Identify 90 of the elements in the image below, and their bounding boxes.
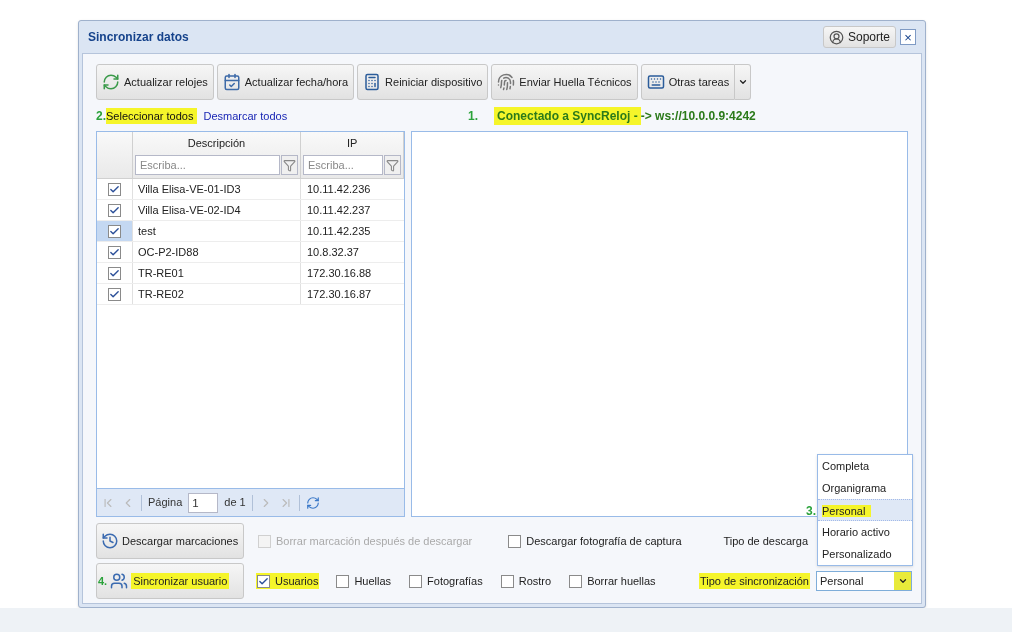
download-button[interactable]: Descargar marcaciones xyxy=(96,523,244,559)
caret-icon[interactable] xyxy=(894,572,911,590)
option-label: Usuarios xyxy=(275,573,319,589)
grid-row[interactable]: TR-RE02 172.30.16.87 xyxy=(97,284,405,305)
calendar-icon xyxy=(222,73,241,91)
download-type-label: Tipo de descarga xyxy=(723,533,808,549)
step-number: 4. xyxy=(98,573,108,589)
table-cell-text: 172.30.16.88 xyxy=(306,266,373,281)
sync-type-label: Tipo de sincronización xyxy=(698,572,810,590)
table-cell: TR-RE01 xyxy=(133,263,301,283)
table-cell-text: 10.11.42.237 xyxy=(306,203,372,218)
checkbox[interactable] xyxy=(569,574,583,588)
option-label: Descargar fotografía de captura xyxy=(526,533,682,549)
checkbox[interactable] xyxy=(257,574,270,588)
checkbox[interactable] xyxy=(108,203,121,217)
step-number: 1. xyxy=(468,108,479,125)
grid-row[interactable]: Villa Elisa-VE-02-ID4 10.11.42.237 xyxy=(97,200,405,221)
page-field[interactable]: 1 xyxy=(188,492,219,513)
filter-icon[interactable] xyxy=(281,155,298,175)
option-label: Rostro xyxy=(518,573,552,589)
filter-field[interactable]: Escriba... xyxy=(303,155,384,175)
table-cell-text: 10.11.42.236 xyxy=(306,182,372,197)
dropdown-option[interactable]: Organigrama xyxy=(818,477,912,499)
toolbar-button[interactable]: Actualizar relojes xyxy=(96,64,214,100)
option-label: Borrar huellas xyxy=(587,573,656,589)
toolbar-button[interactable]: Reiniciar dispositivo xyxy=(357,64,489,100)
table-cell-text: 10.11.42.235 xyxy=(306,224,372,239)
keyboard-icon xyxy=(646,73,665,91)
clock-icon xyxy=(101,532,119,550)
checkbox[interactable] xyxy=(336,574,350,588)
users-icon xyxy=(110,572,129,590)
grid-row[interactable]: test 10.11.42.235 xyxy=(97,221,405,242)
table-cell-text: 172.30.16.87 xyxy=(306,287,373,302)
grid-row[interactable]: Villa Elisa-VE-01-ID3 10.11.42.236 xyxy=(97,179,405,200)
grid-row[interactable]: TR-RE01 172.30.16.88 xyxy=(97,263,405,284)
checkbox[interactable] xyxy=(409,574,423,588)
sync-user-button[interactable]: 4. Sincronizar usuario xyxy=(96,563,244,599)
dropdown-option[interactable]: Completa xyxy=(818,455,912,477)
calculator-icon xyxy=(363,73,382,91)
dropdown-option[interactable]: Personal xyxy=(818,499,912,521)
toolbar-button[interactable]: Enviar Huella Técnicos xyxy=(491,64,638,100)
option-row[interactable]: Huellas xyxy=(335,572,393,590)
table-cell: Villa Elisa-VE-01-ID3 xyxy=(133,179,301,199)
page-count: de 1 xyxy=(224,495,246,511)
option-row[interactable]: Usuarios xyxy=(256,572,320,590)
option-row[interactable]: Borrar huellas xyxy=(568,572,657,590)
checkbox[interactable] xyxy=(500,574,514,588)
refresh-icon xyxy=(102,73,120,91)
checkbox[interactable] xyxy=(108,245,121,259)
close-button[interactable]: × xyxy=(900,29,916,45)
table-cell: test xyxy=(133,221,301,241)
option-label: Fotografías xyxy=(427,573,483,589)
button-label: Sincronizar usuario xyxy=(131,572,230,590)
column-header[interactable]: Descripción xyxy=(187,132,246,155)
fingerprint-icon xyxy=(497,73,516,91)
step-number: 3. xyxy=(806,503,816,520)
option-row[interactable]: Rostro xyxy=(499,572,553,590)
table-cell: TR-RE02 xyxy=(133,284,301,304)
table-cell: Villa Elisa-VE-02-ID4 xyxy=(133,200,301,220)
checkbox[interactable] xyxy=(108,287,121,301)
filter-icon[interactable] xyxy=(384,155,402,175)
window-title: Sincronizar datos xyxy=(88,29,189,46)
grid-row[interactable]: OC-P2-ID88 10.8.32.37 xyxy=(97,242,405,263)
toolbar-button[interactable]: Otras tareas xyxy=(640,64,736,100)
checkbox[interactable] xyxy=(108,266,121,280)
sync-type-select[interactable]: Personal xyxy=(816,571,912,591)
dropdown-option[interactable]: Horario activo xyxy=(818,521,912,543)
checkbox[interactable] xyxy=(108,182,121,196)
page-label: Página xyxy=(148,495,183,511)
column-header[interactable]: IP xyxy=(346,132,358,155)
checkbox[interactable] xyxy=(508,534,522,548)
deselect-all-link[interactable]: Desmarcar todos xyxy=(203,107,288,125)
person-icon xyxy=(828,29,844,45)
row-selector[interactable] xyxy=(97,221,133,241)
dropdown-option[interactable]: Personalizado xyxy=(818,543,912,565)
checkbox[interactable] xyxy=(108,224,121,238)
option-label: Huellas xyxy=(354,573,392,589)
table-cell-text: 10.8.32.37 xyxy=(306,245,360,260)
filter-field[interactable]: Escriba... xyxy=(135,155,280,175)
caret-icon xyxy=(737,77,748,87)
refresh-icon[interactable] xyxy=(305,495,320,510)
toolbar-button[interactable]: Actualizar fecha/hora xyxy=(216,64,355,100)
dropdown-arrow-button[interactable] xyxy=(735,64,752,100)
connection-status: Conectado a SyncReloj - xyxy=(494,107,641,125)
option-label: Borrar marcación después de descargar xyxy=(276,533,473,549)
support-button[interactable]: Soporte xyxy=(822,26,896,48)
select-all-link[interactable]: Seleccionar todos xyxy=(106,107,198,125)
connection-address: -> ws://10.0.0.9:4242 xyxy=(640,108,756,125)
table-cell: OC-P2-ID88 xyxy=(133,242,301,262)
option-row[interactable]: Fotografías xyxy=(408,572,484,590)
